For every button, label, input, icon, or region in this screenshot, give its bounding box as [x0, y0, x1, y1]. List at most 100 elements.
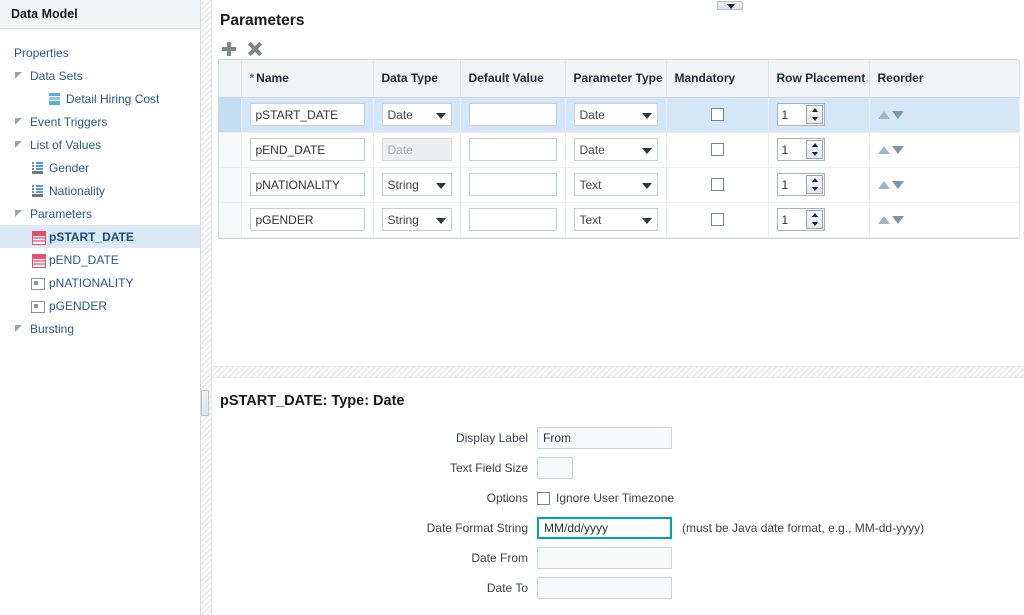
chevron-down-icon[interactable]: [435, 218, 446, 224]
stepper-up-icon[interactable]: [807, 141, 822, 150]
parameters-table-body: Date Date 1 Date Date 1 String Text 1 String Text 1: [219, 97, 1020, 238]
tree-item-gender[interactable]: Gender: [0, 156, 200, 179]
column-header-row-placement[interactable]: Row Placement: [768, 60, 870, 98]
tree-expand-toggle-icon[interactable]: [14, 323, 26, 335]
table-row[interactable]: String Text 1: [219, 167, 1020, 203]
tree-item-detail-hiring-cost[interactable]: Detail Hiring Cost: [0, 87, 200, 110]
tree-item-pnationality[interactable]: pNATIONALITY: [0, 271, 200, 294]
tree-item-pend-date[interactable]: pEND_DATE: [0, 248, 200, 271]
data-type-select[interactable]: String: [381, 208, 452, 231]
mandatory-checkbox[interactable]: [710, 213, 724, 226]
row-placement-stepper[interactable]: 1: [776, 173, 825, 196]
ignore-user-timezone-checkbox[interactable]: [537, 491, 550, 505]
move-up-icon[interactable]: [877, 110, 890, 119]
stepper-down-icon[interactable]: [807, 150, 822, 159]
column-header-reorder[interactable]: Reorder: [869, 60, 1020, 98]
text-field-size-input[interactable]: [537, 457, 573, 479]
chevron-down-icon[interactable]: [641, 148, 652, 154]
move-down-icon[interactable]: [891, 215, 904, 224]
move-down-icon[interactable]: [891, 110, 904, 119]
column-header-default-value[interactable]: Default Value: [460, 60, 566, 98]
move-down-icon[interactable]: [891, 145, 904, 154]
row-select-cell[interactable]: [219, 202, 242, 238]
date-from-input[interactable]: [537, 547, 672, 569]
tree-item-event-triggers[interactable]: Event Triggers: [0, 110, 200, 133]
tree-item-label: Nationality: [49, 183, 106, 198]
mandatory-checkbox[interactable]: [710, 108, 724, 121]
chevron-down-icon[interactable]: [435, 183, 446, 189]
tree-expand-toggle-icon[interactable]: [14, 208, 26, 220]
tree-expand-toggle-icon[interactable]: [14, 139, 26, 151]
horizontal-splitter-collapse-handle[interactable]: [717, 1, 743, 10]
stepper-up-icon[interactable]: [807, 106, 822, 115]
tree-expand-toggle-icon[interactable]: [14, 70, 26, 82]
vertical-splitter[interactable]: [201, 0, 212, 615]
parameter-type-select[interactable]: Date: [573, 103, 658, 126]
row-placement-stepper[interactable]: 1: [776, 208, 825, 231]
tree-expand-toggle-icon[interactable]: [14, 116, 26, 128]
default-value-input[interactable]: [468, 208, 557, 231]
move-down-icon[interactable]: [891, 180, 904, 189]
chevron-down-icon[interactable]: [641, 183, 652, 189]
chevron-down-icon[interactable]: [641, 218, 652, 224]
ignore-user-timezone-option[interactable]: Ignore User Timezone: [537, 491, 674, 505]
tree-item-bursting[interactable]: Bursting: [0, 317, 200, 340]
stepper-down-icon[interactable]: [807, 185, 822, 194]
stepper-down-icon[interactable]: [807, 115, 822, 124]
parameter-name-input[interactable]: [249, 103, 365, 126]
default-value-input[interactable]: [468, 173, 557, 196]
parameter-type-select[interactable]: Date: [573, 138, 658, 161]
tree-item-pstart-date[interactable]: pSTART_DATE: [0, 225, 200, 248]
vertical-splitter-collapse-handle[interactable]: [201, 390, 209, 416]
calendar-icon: [30, 253, 46, 268]
reorder-controls: [877, 145, 1011, 154]
chevron-down-icon[interactable]: [435, 113, 446, 119]
cell-row-placement: 1: [768, 97, 870, 133]
delete-parameter-button[interactable]: [244, 38, 266, 60]
move-up-icon[interactable]: [877, 215, 890, 224]
table-row[interactable]: Date Date 1: [219, 132, 1020, 168]
row-select-cell[interactable]: [219, 167, 242, 203]
column-header-mandatory[interactable]: Mandatory: [666, 60, 769, 98]
data-type-select[interactable]: Date: [381, 103, 452, 126]
row-placement-stepper[interactable]: 1: [776, 103, 825, 126]
date-to-input[interactable]: [537, 577, 672, 599]
parameter-name-input[interactable]: [249, 208, 365, 231]
mandatory-checkbox[interactable]: [710, 143, 724, 156]
table-row[interactable]: Date Date 1: [219, 97, 1020, 133]
column-header-data-type[interactable]: Data Type: [373, 60, 461, 98]
display-label-input[interactable]: [537, 427, 672, 449]
default-value-input[interactable]: [468, 103, 557, 126]
add-parameter-button[interactable]: [218, 38, 240, 60]
tree-item-list-of-values[interactable]: List of Values: [0, 133, 200, 156]
stepper-up-icon[interactable]: [807, 176, 822, 185]
tree-item-data-sets[interactable]: Data Sets: [0, 64, 200, 87]
stepper-down-icon[interactable]: [807, 220, 822, 229]
tree-item-parameters[interactable]: Parameters: [0, 202, 200, 225]
mandatory-checkbox[interactable]: [710, 178, 724, 191]
data-type-value: String: [387, 177, 419, 192]
move-up-icon[interactable]: [877, 180, 890, 189]
tree-item-properties[interactable]: Properties: [0, 41, 200, 64]
stepper-up-icon[interactable]: [807, 211, 822, 220]
tree-item-label: Bursting: [30, 321, 75, 336]
default-value-input[interactable]: [468, 138, 557, 161]
column-header-name[interactable]: * Name: [241, 60, 374, 98]
tree-item-nationality[interactable]: Nationality: [0, 179, 200, 202]
parameter-type-select[interactable]: Text: [573, 208, 658, 231]
date-format-string-input[interactable]: [537, 517, 672, 539]
horizontal-splitter[interactable]: [212, 366, 1024, 378]
chevron-down-icon[interactable]: [641, 113, 652, 119]
column-header-parameter-type[interactable]: Parameter Type: [565, 60, 667, 98]
parameter-name-input[interactable]: [249, 173, 365, 196]
data-type-select[interactable]: String: [381, 173, 452, 196]
table-row[interactable]: String Text 1: [219, 202, 1020, 238]
parameter-type-select[interactable]: Text: [573, 173, 658, 196]
move-up-icon[interactable]: [877, 145, 890, 154]
text-field-icon: [30, 276, 45, 290]
row-select-cell[interactable]: [219, 132, 242, 168]
tree-item-pgender[interactable]: pGENDER: [0, 294, 200, 317]
row-placement-stepper[interactable]: 1: [776, 138, 825, 161]
row-select-cell[interactable]: [219, 97, 242, 133]
parameter-name-input[interactable]: [249, 138, 365, 161]
